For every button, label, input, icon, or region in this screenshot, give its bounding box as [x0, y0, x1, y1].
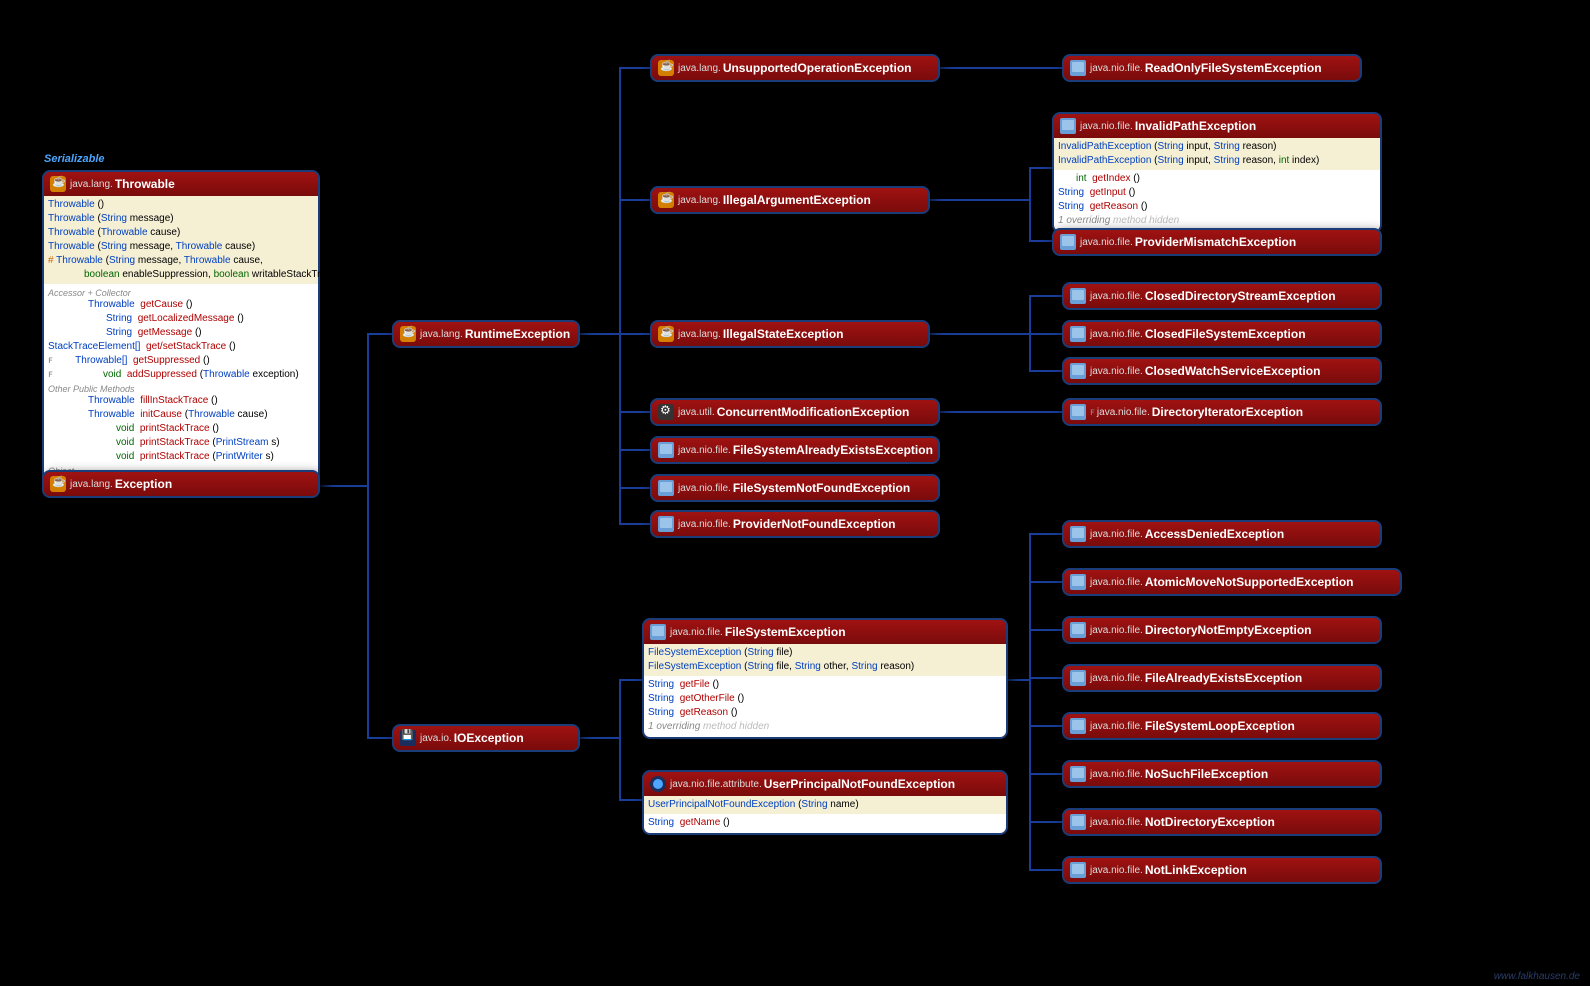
folder-icon — [658, 480, 674, 496]
methods-section: String getFile () String getOtherFile ()… — [644, 676, 1006, 737]
constructors-section: InvalidPathException (String input, Stri… — [1054, 138, 1380, 170]
cup-icon — [658, 60, 674, 76]
folder-icon — [1060, 234, 1076, 250]
class-not-directory[interactable]: java.nio.file.NotDirectoryException — [1062, 808, 1382, 836]
class-user-principal-nf[interactable]: java.nio.file.attribute.UserPrincipalNot… — [642, 770, 1008, 835]
watermark: www.falkhausen.de — [1494, 971, 1580, 982]
package-label: java.lang. — [70, 179, 113, 190]
folder-icon — [658, 442, 674, 458]
class-not-link[interactable]: java.nio.file.NotLinkException — [1062, 856, 1382, 884]
package-label: java.lang. — [70, 479, 113, 490]
cup-icon — [658, 192, 674, 208]
folder-icon — [1070, 363, 1086, 379]
folder-icon — [1070, 60, 1086, 76]
class-filesystem-exception[interactable]: java.nio.file.FileSystemException FileSy… — [642, 618, 1008, 739]
constructors-section: FileSystemException (String file) FileSy… — [644, 644, 1006, 676]
folder-icon — [1060, 118, 1076, 134]
class-closed-dir-stream[interactable]: java.nio.file.ClosedDirectoryStreamExcep… — [1062, 282, 1382, 310]
methods-section: Accessor + Collector Throwable getCause … — [44, 284, 318, 493]
cup-icon — [50, 176, 66, 192]
folder-icon — [1070, 526, 1086, 542]
class-illegal-argument[interactable]: java.lang.IllegalArgumentException — [650, 186, 930, 214]
folder-icon — [1070, 814, 1086, 830]
folder-icon — [1070, 862, 1086, 878]
folder-icon — [1070, 718, 1086, 734]
class-atomic-move[interactable]: java.nio.file.AtomicMoveNotSupportedExce… — [1062, 568, 1402, 596]
cup-icon — [50, 476, 66, 492]
class-name: Throwable — [115, 177, 175, 191]
folder-icon — [1070, 622, 1086, 638]
class-readonly-fs[interactable]: java.nio.file.ReadOnlyFileSystemExceptio… — [1062, 54, 1362, 82]
class-runtime-exception[interactable]: java.lang. RuntimeException — [392, 320, 580, 348]
class-name: Exception — [115, 477, 172, 491]
cup-icon — [400, 326, 416, 342]
cup-icon — [658, 326, 674, 342]
class-closed-watch[interactable]: java.nio.file.ClosedWatchServiceExceptio… — [1062, 357, 1382, 385]
folder-icon — [1070, 288, 1086, 304]
folder-icon — [1070, 574, 1086, 590]
gear-icon — [658, 404, 674, 420]
folder-icon — [658, 516, 674, 532]
class-fs-not-found[interactable]: java.nio.file.FileSystemNotFoundExceptio… — [650, 474, 940, 502]
class-access-denied[interactable]: java.nio.file.AccessDeniedException — [1062, 520, 1382, 548]
class-io-exception[interactable]: java.io. IOException — [392, 724, 580, 752]
class-illegal-state[interactable]: java.lang.IllegalStateException — [650, 320, 930, 348]
constructors-section: Throwable () Throwable (String message) … — [44, 196, 318, 284]
class-provider-not-found[interactable]: java.nio.file.ProviderNotFoundException — [650, 510, 940, 538]
class-no-such-file[interactable]: java.nio.file.NoSuchFileException — [1062, 760, 1382, 788]
folder-icon — [650, 624, 666, 640]
methods-section: int getIndex () String getInput () Strin… — [1054, 170, 1380, 231]
class-dir-not-empty[interactable]: java.nio.file.DirectoryNotEmptyException — [1062, 616, 1382, 644]
serializable-label: Serializable — [44, 153, 105, 165]
methods-section: String getName () — [644, 814, 1006, 833]
class-unsupported-operation[interactable]: java.lang.UnsupportedOperationException — [650, 54, 940, 82]
folder-icon — [1070, 670, 1086, 686]
class-concurrent-modification[interactable]: java.util.ConcurrentModificationExceptio… — [650, 398, 940, 426]
disk-icon — [400, 730, 416, 746]
class-closed-fs[interactable]: java.nio.file.ClosedFileSystemException — [1062, 320, 1382, 348]
folder-icon — [1070, 404, 1086, 420]
class-provider-mismatch[interactable]: java.nio.file.ProviderMismatchException — [1052, 228, 1382, 256]
class-invalid-path[interactable]: java.nio.file.InvalidPathException Inval… — [1052, 112, 1382, 233]
folder-icon — [1070, 326, 1086, 342]
class-fs-loop[interactable]: java.nio.file.FileSystemLoopException — [1062, 712, 1382, 740]
class-file-already-exists[interactable]: java.nio.file.FileAlreadyExistsException — [1062, 664, 1382, 692]
class-throwable[interactable]: java.lang. Throwable Throwable () Throwa… — [42, 170, 320, 495]
class-exception[interactable]: java.lang. Exception — [42, 470, 320, 498]
circle-icon — [650, 776, 666, 792]
class-fs-already-exists[interactable]: java.nio.file.FileSystemAlreadyExistsExc… — [650, 436, 940, 464]
constructors-section: UserPrincipalNotFoundException (String n… — [644, 796, 1006, 814]
class-dir-iterator[interactable]: ꜰ java.nio.file.DirectoryIteratorExcepti… — [1062, 398, 1382, 426]
folder-icon — [1070, 766, 1086, 782]
